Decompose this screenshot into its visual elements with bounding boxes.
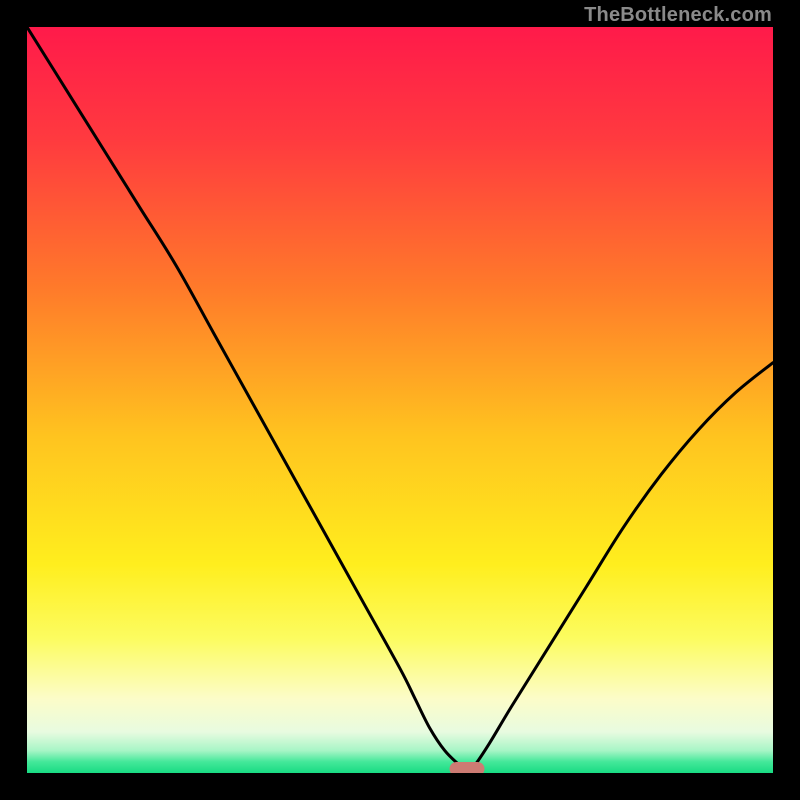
bottleneck-curve xyxy=(27,27,773,773)
plot-area xyxy=(27,27,773,773)
bottleneck-marker xyxy=(450,762,485,773)
watermark-text: TheBottleneck.com xyxy=(584,4,772,27)
chart-container: TheBottleneck.com xyxy=(0,0,800,800)
